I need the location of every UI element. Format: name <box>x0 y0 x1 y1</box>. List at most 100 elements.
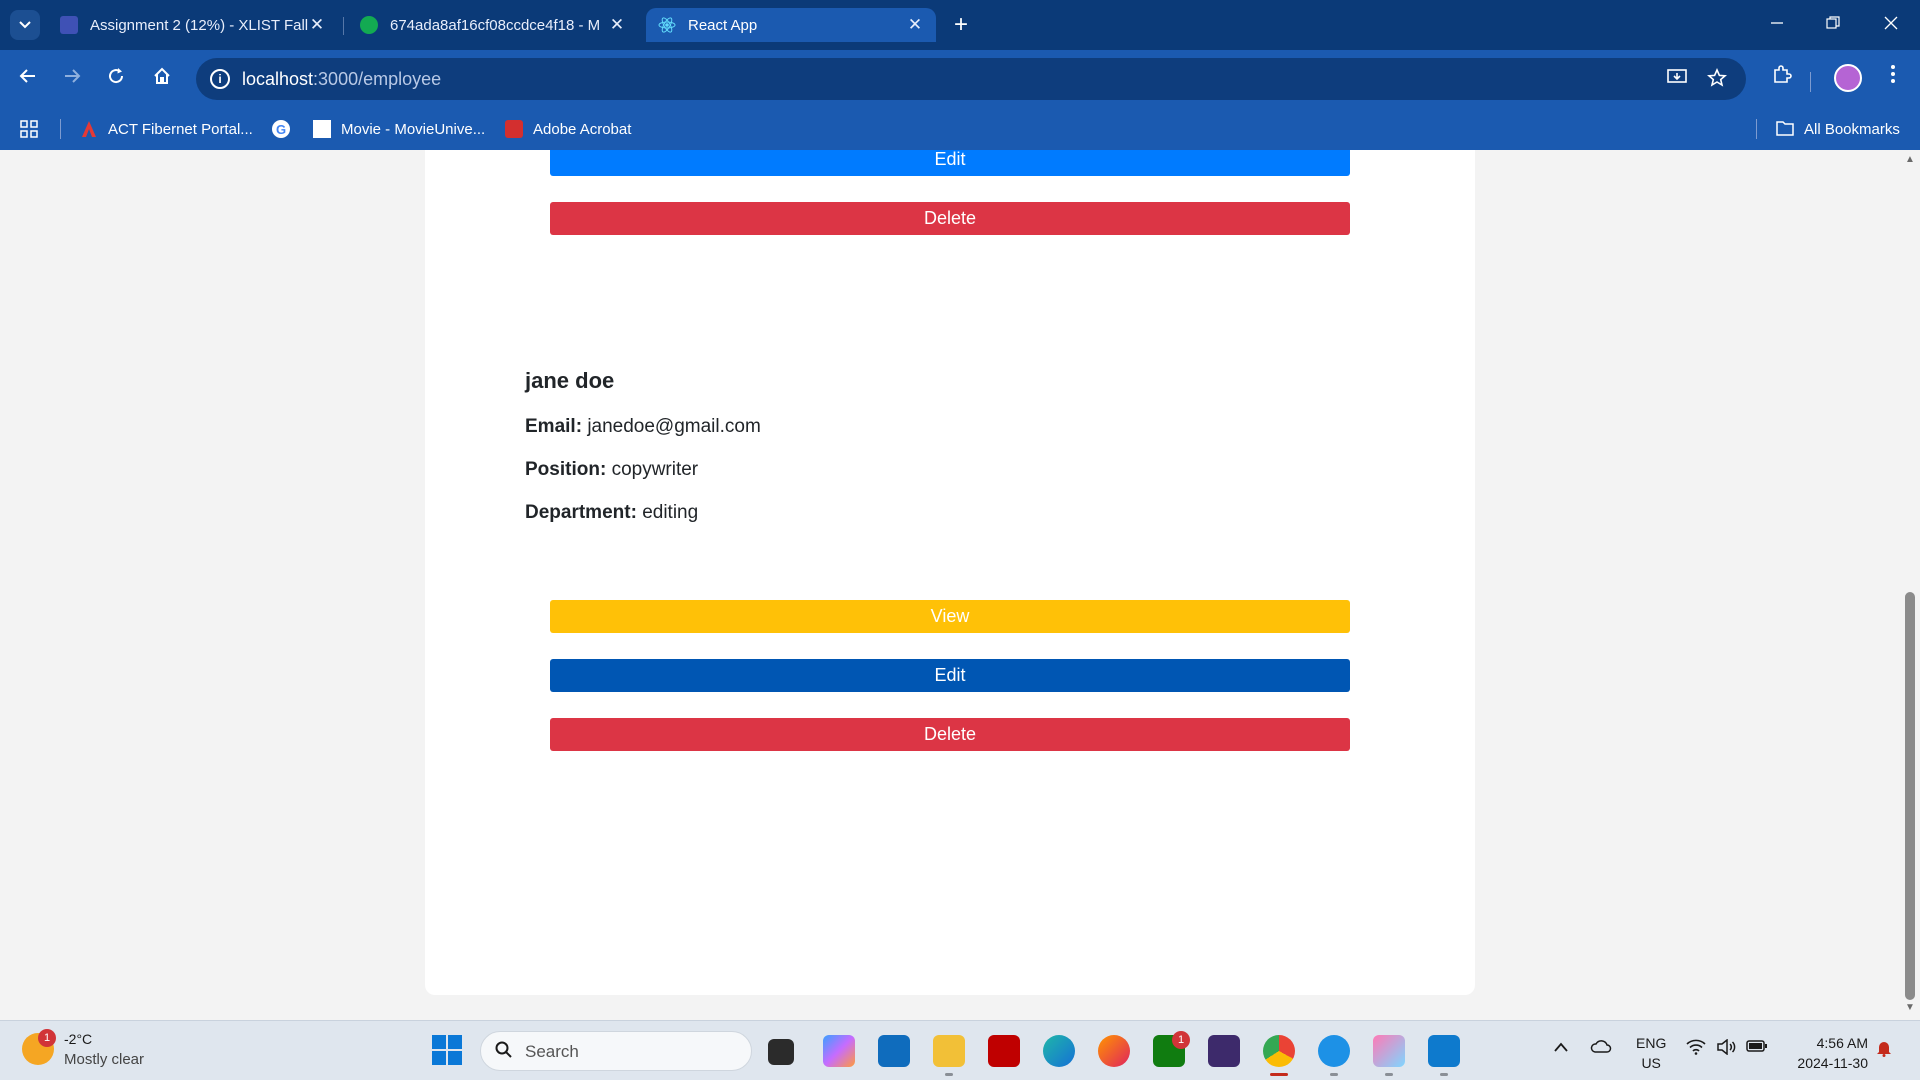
url-text[interactable]: localhost:3000/employee <box>242 69 441 90</box>
employee-list-card: Edit Delete jane doe Email: janedoe@gmai… <box>425 150 1475 995</box>
outlook-icon[interactable] <box>878 1035 910 1067</box>
vscode-icon[interactable] <box>1428 1035 1460 1067</box>
windows-start-icon[interactable] <box>432 1035 462 1065</box>
notification-bell-icon[interactable] <box>1876 1039 1892 1062</box>
apps-grid-icon[interactable] <box>20 116 38 142</box>
site-info-icon[interactable]: i <box>210 69 230 89</box>
close-tab-icon[interactable]: ✕ <box>608 15 626 35</box>
tab-assignment[interactable]: Assignment 2 (12%) - XLIST Fall ✕ <box>48 8 338 42</box>
shield-icon <box>60 16 78 34</box>
bookmark-label: ACT Fibernet Portal... <box>108 120 253 138</box>
leaf-icon <box>360 16 378 34</box>
home-icon[interactable] <box>148 65 176 93</box>
taskbar-search-box[interactable]: Search <box>480 1031 752 1071</box>
running-indicator <box>1330 1073 1338 1076</box>
battery-icon[interactable] <box>1746 1039 1768 1058</box>
bookmark-movie[interactable]: Movie - MovieUnive... <box>313 116 485 142</box>
toolbar-separator <box>1810 72 1811 92</box>
language-indicator[interactable]: ENG US <box>1636 1033 1666 1073</box>
chrome-icon[interactable] <box>1263 1035 1295 1067</box>
docker-icon[interactable] <box>1318 1035 1350 1067</box>
system-clock[interactable]: 4:56 AM 2024-11-30 <box>1786 1033 1868 1073</box>
tab-title: React App <box>688 16 758 34</box>
bookmark-label: Adobe Acrobat <box>533 120 632 138</box>
running-indicator <box>1385 1073 1393 1076</box>
more-menu-icon[interactable] <box>1879 64 1907 92</box>
windows-taskbar: 1 -2°C Mostly clear Search 1 ENG US 4:56… <box>0 1020 1920 1080</box>
new-tab-button[interactable]: + <box>948 12 974 38</box>
tab-mongodb[interactable]: 674ada8af16cf08ccdce4f18 - M ✕ <box>348 8 638 42</box>
reload-icon[interactable] <box>102 65 130 93</box>
tab-title: 674ada8af16cf08ccdce4f18 - M <box>390 16 601 34</box>
edit-button[interactable]: Edit <box>550 659 1350 692</box>
department-value: editing <box>642 502 699 523</box>
all-bookmarks-button[interactable]: All Bookmarks <box>1776 116 1900 142</box>
weather-description[interactable]: Mostly clear <box>64 1051 144 1068</box>
weather-badge: 1 <box>38 1029 56 1047</box>
address-bar[interactable]: i localhost:3000/employee <box>196 58 1746 100</box>
act-logo-icon <box>80 120 98 138</box>
tab-react-app[interactable]: React App ✕ <box>646 8 936 42</box>
extensions-puzzle-icon[interactable] <box>1768 64 1796 92</box>
profile-avatar[interactable] <box>1834 64 1862 92</box>
back-arrow-icon[interactable] <box>14 65 42 93</box>
delete-button[interactable]: Delete <box>550 202 1350 235</box>
tab-search-chevron-icon[interactable] <box>10 10 40 40</box>
minimize-icon[interactable] <box>1764 12 1790 38</box>
page-viewport: Edit Delete jane doe Email: janedoe@gmai… <box>0 150 1920 1020</box>
weather-temperature[interactable]: -2°C <box>64 1031 92 1047</box>
view-button[interactable]: View <box>550 600 1350 633</box>
close-tab-icon[interactable]: ✕ <box>308 15 326 35</box>
restore-icon[interactable] <box>1820 12 1846 38</box>
email-value: janedoe@gmail.com <box>587 416 761 437</box>
copilot-icon[interactable] <box>823 1035 855 1067</box>
url-host: localhost <box>242 69 314 89</box>
install-app-icon[interactable] <box>1666 68 1688 90</box>
xbox-badge: 1 <box>1172 1031 1190 1049</box>
volume-icon[interactable] <box>1716 1038 1736 1060</box>
scroll-up-arrow-icon[interactable]: ▲ <box>1904 154 1916 166</box>
language-code: ENG <box>1636 1035 1667 1051</box>
filezilla-icon[interactable] <box>988 1035 1020 1067</box>
close-tab-icon[interactable]: ✕ <box>906 15 924 35</box>
onedrive-cloud-icon[interactable] <box>1590 1039 1612 1058</box>
folder-icon <box>1776 120 1794 138</box>
clock-time: 4:56 AM <box>1816 1035 1868 1051</box>
scrollbar-thumb[interactable] <box>1905 592 1915 1000</box>
edge-icon[interactable] <box>1043 1035 1075 1067</box>
bookmarks-separator <box>1756 119 1757 139</box>
page-icon <box>313 120 331 138</box>
wifi-icon[interactable] <box>1686 1039 1706 1060</box>
email-label: Email: <box>525 416 583 437</box>
tab-title: Assignment 2 (12%) - XLIST Fall <box>90 16 308 34</box>
edit-button[interactable]: Edit <box>550 150 1350 176</box>
employee-position-row: Position: copywriter <box>525 459 698 481</box>
all-bookmarks-label: All Bookmarks <box>1804 120 1900 138</box>
task-view-icon[interactable] <box>768 1039 794 1065</box>
search-placeholder: Search <box>525 1042 579 1061</box>
bookmarks-bar: ACT Fibernet Portal... G Movie - MovieUn… <box>0 108 1920 150</box>
close-window-icon[interactable] <box>1878 12 1904 38</box>
scroll-down-arrow-icon[interactable]: ▼ <box>1904 1002 1916 1014</box>
running-indicator <box>1440 1073 1448 1076</box>
tab-separator <box>343 17 344 35</box>
delete-button[interactable]: Delete <box>550 718 1350 751</box>
proton-icon[interactable] <box>1208 1035 1240 1067</box>
forward-arrow-icon[interactable] <box>58 65 86 93</box>
url-path: :3000/employee <box>313 69 442 89</box>
tray-chevron-up-icon[interactable] <box>1554 1039 1568 1057</box>
search-icon <box>495 1041 513 1064</box>
bookmark-label: Movie - MovieUnive... <box>341 120 486 138</box>
page-scrollbar[interactable]: ▲ ▼ <box>1900 150 1920 1020</box>
employee-email-row: Email: janedoe@gmail.com <box>525 416 761 438</box>
bookmark-star-icon[interactable] <box>1706 68 1728 90</box>
bookmark-google[interactable]: G <box>272 116 300 142</box>
git-client-icon[interactable] <box>1373 1035 1405 1067</box>
bookmark-adobe-acrobat[interactable]: Adobe Acrobat <box>505 116 631 142</box>
file-explorer-icon[interactable] <box>933 1035 965 1067</box>
acrobat-icon <box>505 120 523 138</box>
region-code: US <box>1641 1055 1661 1071</box>
clock-date: 2024-11-30 <box>1797 1055 1868 1071</box>
bookmark-act-fibernet[interactable]: ACT Fibernet Portal... <box>80 116 253 142</box>
firefox-icon[interactable] <box>1098 1035 1130 1067</box>
